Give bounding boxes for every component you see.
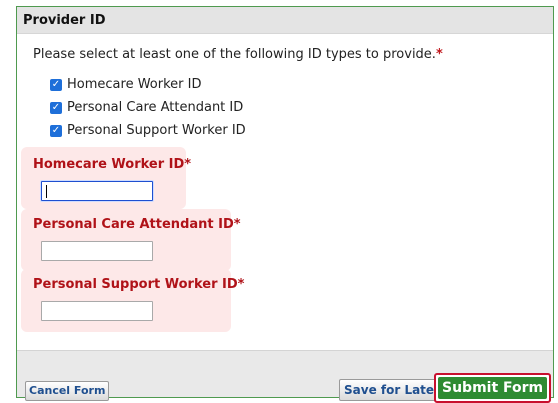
checkmark-icon[interactable]: ✓ [50, 124, 62, 137]
cancel-form-button[interactable]: Cancel Form [25, 381, 110, 401]
submit-form-button[interactable]: Submit Form [438, 377, 548, 399]
form-footer: Cancel Form Save for Later Submit Form [17, 350, 553, 403]
save-for-later-button[interactable]: Save for Later [339, 379, 445, 401]
personal-care-attendant-id-label: Personal Care Attendant ID* [33, 217, 241, 232]
homecare-worker-id-input[interactable] [41, 181, 153, 201]
checkbox-homecare-worker[interactable]: ✓ Homecare Worker ID [50, 73, 246, 96]
checkbox-label: Personal Care Attendant ID [67, 100, 244, 115]
personal-care-attendant-id-input[interactable] [41, 241, 153, 261]
text-caret [46, 185, 47, 198]
provider-id-panel: Provider ID Please select at least one o… [16, 6, 554, 403]
instruction-label: Please select at least one of the follow… [33, 47, 436, 62]
checkbox-label: Personal Support Worker ID [67, 123, 246, 138]
checkmark-icon[interactable]: ✓ [50, 78, 62, 91]
instruction-text: Please select at least one of the follow… [33, 47, 443, 62]
homecare-worker-id-label: Homecare Worker ID* [33, 157, 192, 172]
panel-title: Provider ID [17, 7, 553, 34]
checkbox-personal-care-attendant[interactable]: ✓ Personal Care Attendant ID [50, 96, 246, 119]
checkbox-personal-support-worker[interactable]: ✓ Personal Support Worker ID [50, 119, 246, 142]
personal-support-worker-id-input[interactable] [41, 301, 153, 321]
checkmark-icon[interactable]: ✓ [50, 101, 62, 114]
required-asterisk: * [435, 47, 443, 62]
checkbox-label: Homecare Worker ID [67, 77, 202, 92]
personal-support-worker-id-label: Personal Support Worker ID* [33, 277, 245, 292]
id-type-checkboxes: ✓ Homecare Worker ID ✓ Personal Care Att… [50, 73, 246, 142]
submit-button-focus-ring: Submit Form [434, 373, 552, 403]
